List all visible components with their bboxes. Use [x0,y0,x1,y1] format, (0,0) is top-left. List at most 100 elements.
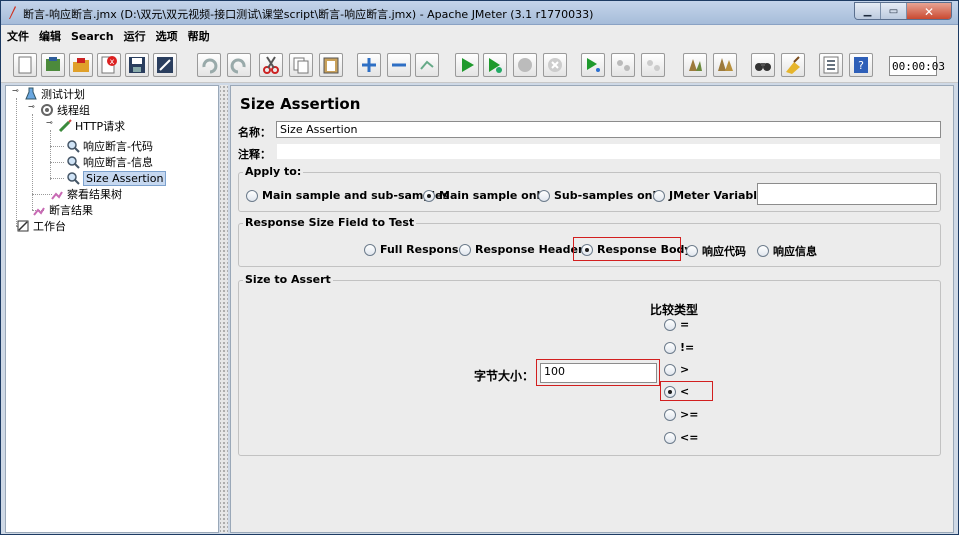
chart-icon [33,207,45,216]
cut-icon[interactable] [259,53,283,77]
tree-node-assertion-results[interactable]: 断言结果 [32,202,93,218]
remote-start-icon[interactable] [581,53,605,77]
chart-icon [51,191,63,200]
name-input[interactable]: Size Assertion [276,121,941,138]
menu-search[interactable]: Search [71,30,114,43]
radio-off-icon [686,245,698,257]
start-icon[interactable] [455,53,479,77]
maximize-icon[interactable]: ▭ [881,3,907,19]
comment-input[interactable] [276,143,941,160]
elapsed-timer: 00:00:03 [889,56,945,76]
radio-main-and-sub[interactable]: Main sample and sub-samples [246,189,449,202]
tree-node-thread-group[interactable]: 线程组 [40,102,90,118]
new-icon[interactable] [13,53,37,77]
tree-expander-icon[interactable]: ⊸ [46,119,54,127]
clear-all-icon[interactable] [713,53,737,77]
radio-response-headers[interactable]: Response Headers [459,243,590,256]
radio-response-code[interactable]: 响应代码 [686,243,746,259]
radio-sub-only[interactable]: Sub-samples only [538,189,663,202]
comment-label: 注释： [238,148,271,161]
minimize-icon[interactable]: ▁ [855,3,881,19]
radio-off-icon [664,341,676,354]
function-helper-icon[interactable] [819,53,843,77]
radio-op-ne[interactable]: != [664,341,694,354]
copy-icon[interactable] [289,53,313,77]
compare-type-label: 比较类型 [650,303,699,317]
radio-off-icon [664,318,676,331]
remote-shutdown-icon[interactable] [641,53,665,77]
start-no-pause-icon[interactable] [483,53,507,77]
redo-icon[interactable] [227,53,251,77]
tree-expander-icon[interactable]: ⊸ [12,87,20,95]
tree-node-test-plan[interactable]: 测试计划 [24,86,85,102]
templates-icon[interactable] [41,53,65,77]
stop-icon[interactable] [513,53,537,77]
tree-node-assertion-info[interactable]: 响应断言-信息 [66,154,153,170]
save-icon[interactable] [125,53,149,77]
tree-node-http-request[interactable]: HTTP请求 [58,118,125,134]
open-icon[interactable] [69,53,93,77]
menu-file[interactable]: 文件 [7,28,29,44]
tree-expander-icon[interactable]: ⊸ [28,103,36,111]
radio-off-icon [757,245,769,257]
clear-icon[interactable] [683,53,707,77]
toggle-icon[interactable] [415,53,439,77]
search-icon[interactable] [751,53,775,77]
radio-jmeter-variable[interactable]: JMeter Variable [653,189,765,202]
menu-bar: 文件 编辑 Search 运行 选项 帮助 [1,25,958,47]
split-pane-divider[interactable] [220,85,228,533]
magnifier-icon [67,140,80,153]
paste-icon[interactable] [319,53,343,77]
tree-node-size-assertion[interactable]: Size Assertion [66,170,167,186]
jmeter-variable-input[interactable] [757,183,937,205]
radio-off-icon [664,363,676,376]
radio-off-icon [653,189,665,202]
radio-response-message[interactable]: 响应信息 [757,243,817,259]
radio-full-response[interactable]: Full Response [364,243,466,256]
radio-op-ge[interactable]: >= [664,408,698,421]
radio-off-icon [538,189,550,202]
close-icon[interactable]: ✕ [907,3,951,19]
shutdown-icon[interactable] [543,53,567,77]
close-file-icon[interactable]: x [97,53,121,77]
radio-off-icon [459,243,471,256]
remote-stop-icon[interactable] [611,53,635,77]
menu-run[interactable]: 运行 [124,28,146,44]
size-to-assert-group: Size to Assert 比较类型 字节大小： 100 = != > < >… [238,273,941,456]
operator-lt-highlight [660,381,713,401]
radio-op-gt[interactable]: > [664,363,689,376]
collapse-icon[interactable] [387,53,411,77]
size-assertion-panel: Size Assertion 名称： Size Assertion 注释： Ap… [230,85,954,533]
size-to-assert-title: Size to Assert [243,273,333,286]
pen-icon [58,119,72,133]
page-title: Size Assertion [240,95,361,113]
reset-search-icon[interactable] [781,53,805,77]
menu-help[interactable]: 帮助 [188,28,210,44]
tree-node-workbench[interactable]: 工作台 [16,218,66,234]
magnifier-icon [67,172,80,185]
expand-icon[interactable] [357,53,381,77]
radio-op-eq[interactable]: = [664,318,689,331]
svg-text:?: ? [858,59,864,72]
title-bar: 断言-响应断言.jmx (D:\双元\双元视频-接口测试\课堂script\断言… [1,1,958,25]
menu-options[interactable]: 选项 [156,28,178,44]
response-field-title: Response Size Field to Test [243,216,417,229]
radio-off-icon [364,243,376,256]
help-icon[interactable]: ? [849,53,873,77]
undo-icon[interactable] [197,53,221,77]
name-label: 名称： [238,126,271,139]
workbench-icon [17,220,29,232]
radio-op-le[interactable]: <= [664,431,698,444]
tree-node-view-results[interactable]: 察看结果树 [50,186,122,202]
save-as-icon[interactable] [153,53,177,77]
size-label: 字节大小： [474,369,535,383]
radio-main-only[interactable]: Main sample only [423,189,548,202]
gear-icon [41,104,53,116]
tree-node-assertion-code[interactable]: 响应断言-代码 [66,138,153,154]
jmeter-feather-icon [9,6,16,19]
radio-off-icon [664,431,676,444]
size-input-highlight [536,359,660,386]
radio-off-icon [246,189,258,202]
apply-to-group: Apply to: Main sample and sub-samples Ma… [238,165,941,212]
menu-edit[interactable]: 编辑 [39,28,61,44]
